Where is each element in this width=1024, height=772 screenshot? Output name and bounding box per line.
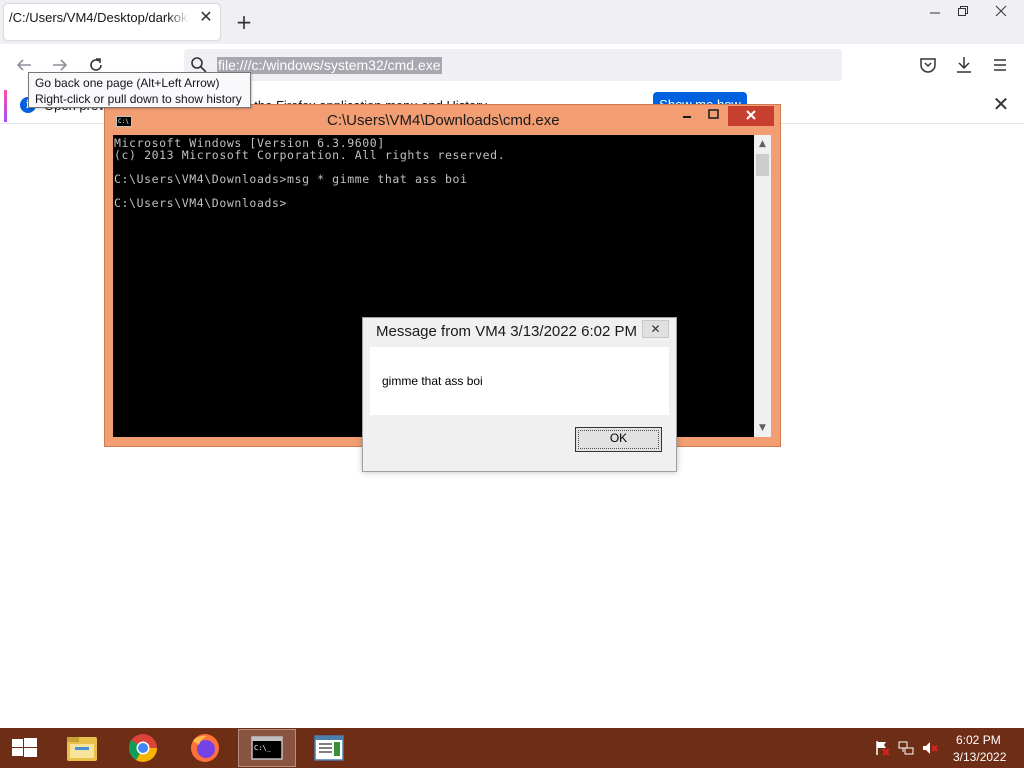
cmd-minimize-button[interactable] [676,106,698,126]
network-icon[interactable] [898,740,914,756]
scroll-up-arrow-icon[interactable]: ▲ [754,137,771,151]
back-button-tooltip: Go back one page (Alt+Left Arrow) Right-… [28,72,251,108]
taskbar-command-prompt[interactable]: C:\_ [238,729,296,767]
maximize-icon [707,109,719,119]
notification-accent [4,90,7,122]
cmd-maximize-button[interactable] [702,106,724,126]
cmd-output: Microsoft Windows [Version 6.3.9600] (c)… [114,137,505,209]
windows-logo-icon [12,738,37,757]
cmd-line: C:\Users\VM4\Downloads>msg * gimme that … [114,172,468,186]
taskbar-notepad[interactable] [300,729,358,767]
hamburger-menu-icon[interactable] [990,55,1010,75]
start-button[interactable] [0,728,48,768]
close-icon [995,5,1007,17]
browser-tab-title: /C:/Users/VM4/Desktop/darkok/mimikatz [9,10,189,25]
action-center-flag-icon[interactable] [874,740,890,756]
minimize-icon [930,12,940,14]
message-dialog-title: Message from VM4 3/13/2022 6:02 PM [376,323,637,340]
cmd-line: C:\Users\VM4\Downloads> [114,196,288,210]
cmd-scrollbar[interactable] [754,135,771,437]
firefox-icon [191,734,219,762]
browser-restore-button[interactable] [946,0,980,22]
command-prompt-icon: C:\_ [251,736,283,760]
minimize-icon [683,116,691,118]
tab-close-icon[interactable]: ✕ [196,7,216,27]
taskbar-clock-time[interactable]: 6:02 PM [956,733,1001,747]
message-close-button[interactable]: ✕ [642,320,669,338]
taskbar-file-explorer[interactable] [53,729,111,767]
ok-button-focus-ring [578,430,659,449]
close-icon [746,110,756,120]
volume-muted-icon[interactable] [922,740,938,756]
cmd-icon: C:\ [116,116,132,127]
forward-arrow-icon [53,59,68,71]
tooltip-line: Right-click or pull down to show history [35,92,242,106]
scroll-thumb[interactable] [756,154,769,176]
svg-text:C:\_: C:\_ [254,744,272,752]
browser-close-button[interactable] [984,0,1018,22]
notepad-window-icon [314,735,344,761]
new-tab-button[interactable]: + [232,10,256,34]
taskbar-firefox[interactable] [176,729,234,767]
tooltip-line: Go back one page (Alt+Left Arrow) [35,76,220,90]
taskbar-clock-date[interactable]: 3/13/2022 [953,750,1006,764]
scroll-down-arrow-icon[interactable]: ▼ [754,421,771,435]
restore-icon [958,6,968,16]
cmd-line: (c) 2013 Microsoft Corporation. All righ… [114,148,506,162]
notification-close-icon[interactable]: ✕ [990,93,1012,115]
cmd-window-title: C:\Users\VM4\Downloads\cmd.exe [327,112,560,129]
chrome-icon [128,734,157,762]
taskbar-chrome[interactable] [114,729,172,767]
file-explorer-icon [67,737,97,761]
pocket-icon[interactable] [918,55,938,75]
cmd-close-button[interactable] [728,106,774,126]
back-arrow-icon [16,59,31,71]
download-icon[interactable] [954,55,974,75]
message-text: gimme that ass boi [382,374,483,388]
